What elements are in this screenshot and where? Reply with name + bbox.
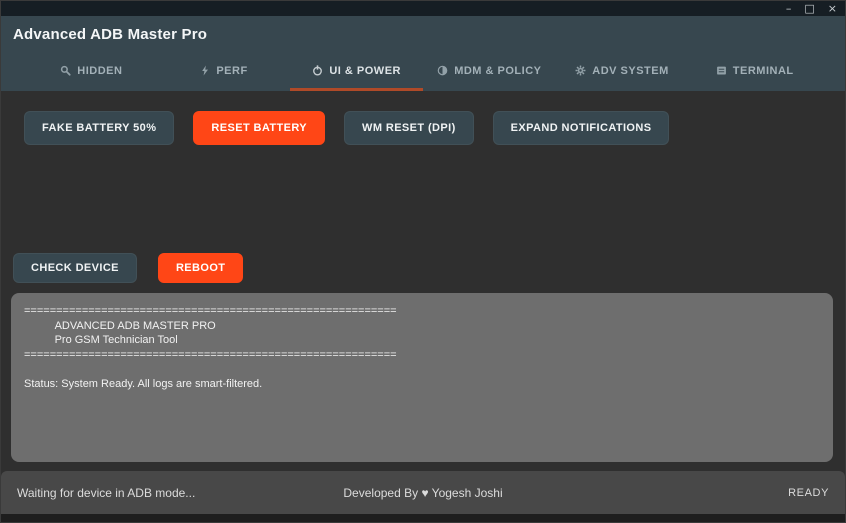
- contrast-icon: [437, 65, 448, 76]
- lightning-icon: [200, 65, 210, 76]
- os-titlebar: – □ ×: [1, 1, 845, 16]
- fake-battery-button[interactable]: FAKE BATTERY 50%: [24, 111, 175, 145]
- action-row-top: FAKE BATTERY 50% RESET BATTERY WM RESET …: [24, 111, 835, 145]
- app-title: Advanced ADB Master Pro: [13, 26, 208, 43]
- developer-credit: Developed By ♥ Yogesh Joshi: [343, 485, 503, 500]
- check-device-button[interactable]: CHECK DEVICE: [13, 253, 137, 283]
- close-button[interactable]: ×: [828, 3, 837, 14]
- tab-mdm-policy[interactable]: MDM & POLICY: [423, 53, 556, 91]
- minimize-button[interactable]: –: [786, 3, 792, 14]
- expand-notifications-button[interactable]: EXPAND NOTIFICATIONS: [492, 111, 670, 145]
- tab-bar: HIDDEN PERF UI & POWER MDM & POLICY ADV: [1, 53, 845, 91]
- main-content: FAKE BATTERY 50% RESET BATTERY WM RESET …: [1, 91, 845, 471]
- tab-label: TERMINAL: [732, 64, 794, 77]
- tab-terminal[interactable]: TERMINAL: [688, 53, 821, 91]
- tab-ui-power[interactable]: UI & POWER: [290, 53, 424, 91]
- log-output-panel: ========================================…: [11, 293, 833, 462]
- action-row-device: CHECK DEVICE REBOOT: [13, 253, 835, 283]
- terminal-icon: [716, 65, 727, 76]
- tab-label: MDM & POLICY: [454, 64, 542, 77]
- tab-adv-system[interactable]: ADV SYSTEM: [556, 53, 689, 91]
- app-header: Advanced ADB Master Pro: [1, 16, 845, 53]
- gear-icon: [575, 65, 586, 76]
- tab-hidden[interactable]: HIDDEN: [25, 53, 158, 91]
- window-bottom-edge: [1, 514, 845, 522]
- tab-label: ADV SYSTEM: [592, 64, 669, 77]
- search-icon: [60, 65, 71, 76]
- tab-label: UI & POWER: [329, 64, 401, 77]
- maximize-button[interactable]: □: [804, 3, 814, 14]
- tab-perf[interactable]: PERF: [158, 53, 291, 91]
- reboot-button[interactable]: REBOOT: [157, 253, 244, 283]
- ready-badge: READY: [788, 486, 830, 499]
- status-message: Waiting for device in ADB mode...: [17, 485, 196, 500]
- log-text: ========================================…: [24, 305, 397, 391]
- status-bar: Waiting for device in ADB mode... Develo…: [1, 471, 845, 514]
- tab-label: HIDDEN: [77, 64, 123, 77]
- tab-label: PERF: [216, 64, 248, 77]
- wm-reset-dpi-button[interactable]: WM RESET (DPI): [344, 111, 474, 145]
- app-window: – □ × Advanced ADB Master Pro HIDDEN PER…: [0, 0, 846, 523]
- reset-battery-button[interactable]: RESET BATTERY: [193, 111, 326, 145]
- power-icon: [312, 65, 323, 76]
